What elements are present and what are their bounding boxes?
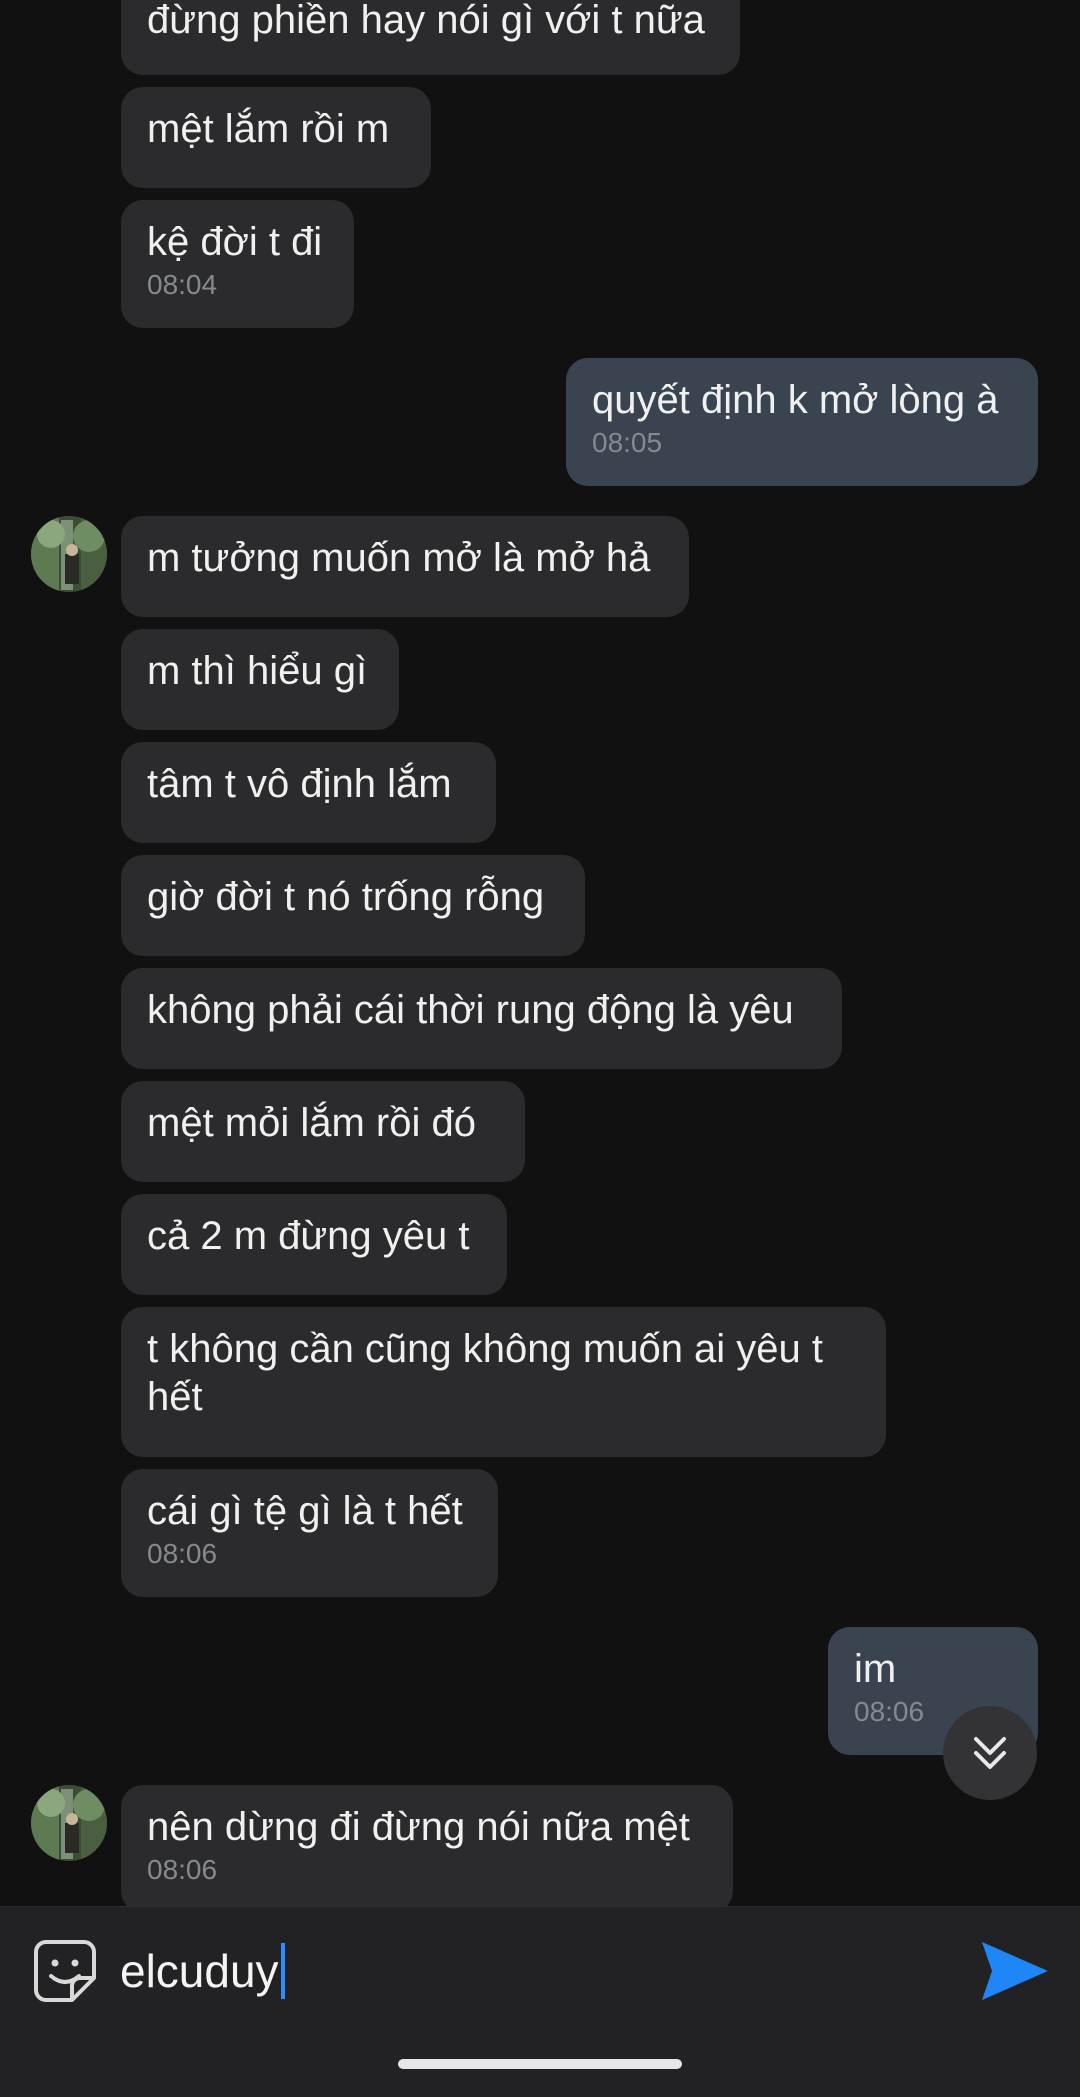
- message-input[interactable]: elcuduy: [120, 1942, 285, 2000]
- message-text: im: [854, 1647, 897, 1691]
- message-text: t không cần cũng không muốn ai yêu t hết: [147, 1327, 824, 1419]
- message-bubble-incoming[interactable]: m thì hiểu gì: [121, 629, 399, 730]
- message-timestamp: 08:04: [147, 269, 218, 300]
- message-list[interactable]: đừng phiền hay nói gì với t nữa mệt lắm …: [0, 0, 1080, 1906]
- message-bubble-incoming[interactable]: cả 2 m đừng yêu t: [121, 1194, 507, 1295]
- message-text: kệ đời t đi: [147, 220, 323, 264]
- message-timestamp: 08:06: [147, 1854, 218, 1885]
- sticker-emoji-icon: [34, 1940, 96, 2002]
- send-arrow-icon: [982, 1942, 1048, 2000]
- send-button[interactable]: [978, 1938, 1050, 2004]
- message-text: cái gì tệ gì là t hết: [147, 1489, 463, 1533]
- home-indicator[interactable]: [398, 2059, 682, 2069]
- message-input-value: elcuduy: [120, 1945, 279, 1997]
- message-text: không phải cái thời rung động là yêu: [147, 988, 794, 1032]
- message-text: nên dừng đi đừng nói nữa mệt: [147, 1805, 690, 1849]
- message-bubble-incoming[interactable]: cái gì tệ gì là t hết 08:06: [121, 1469, 498, 1597]
- message-text: giờ đời t nó trống rỗng: [147, 875, 545, 919]
- message-bubble-incoming[interactable]: t không cần cũng không muốn ai yêu t hết: [121, 1307, 886, 1457]
- message-bubble-incoming[interactable]: tâm t vô định lắm: [121, 742, 496, 843]
- message-text: m thì hiểu gì: [147, 649, 368, 693]
- message-timestamp: 08:06: [147, 1538, 218, 1569]
- text-caret: [280, 1943, 285, 1999]
- scroll-to-bottom-button[interactable]: [943, 1706, 1037, 1800]
- avatar-photo: [31, 1785, 107, 1861]
- message-text: tâm t vô định lắm: [147, 762, 452, 806]
- double-chevron-down-icon: [974, 1737, 1006, 1769]
- message-bubble-incoming[interactable]: giờ đời t nó trống rỗng: [121, 855, 585, 956]
- avatar-photo: [31, 516, 107, 592]
- message-bubble-incoming[interactable]: m tưởng muốn mở là mở hả: [121, 516, 689, 617]
- message-text: quyết định k mở lòng à: [592, 378, 999, 422]
- message-bubble-incoming[interactable]: đừng phiền hay nói gì với t nữa: [121, 0, 740, 75]
- contact-avatar[interactable]: [31, 1785, 107, 1861]
- contact-avatar[interactable]: [31, 516, 107, 592]
- message-bubble-incoming[interactable]: mệt mỏi lắm rồi đó: [121, 1081, 525, 1182]
- message-bubble-outgoing[interactable]: quyết định k mở lòng à 08:05: [566, 358, 1038, 486]
- message-timestamp: 08:05: [592, 427, 663, 458]
- sticker-button[interactable]: [32, 1938, 98, 2004]
- message-bubble-incoming[interactable]: kệ đời t đi 08:04: [121, 200, 354, 328]
- message-bubble-incoming[interactable]: mệt lắm rồi m: [121, 87, 431, 188]
- message-bubble-incoming[interactable]: không phải cái thời rung động là yêu: [121, 968, 842, 1069]
- message-text: m tưởng muốn mở là mở hả: [147, 536, 651, 580]
- message-text: đừng phiền hay nói gì với t nữa: [147, 0, 705, 42]
- message-text: mệt lắm rồi m: [147, 107, 390, 151]
- message-text: mệt mỏi lắm rồi đó: [147, 1101, 476, 1145]
- message-bubble-incoming[interactable]: nên dừng đi đừng nói nữa mệt 08:06: [121, 1785, 733, 1906]
- message-text: cả 2 m đừng yêu t: [147, 1214, 470, 1258]
